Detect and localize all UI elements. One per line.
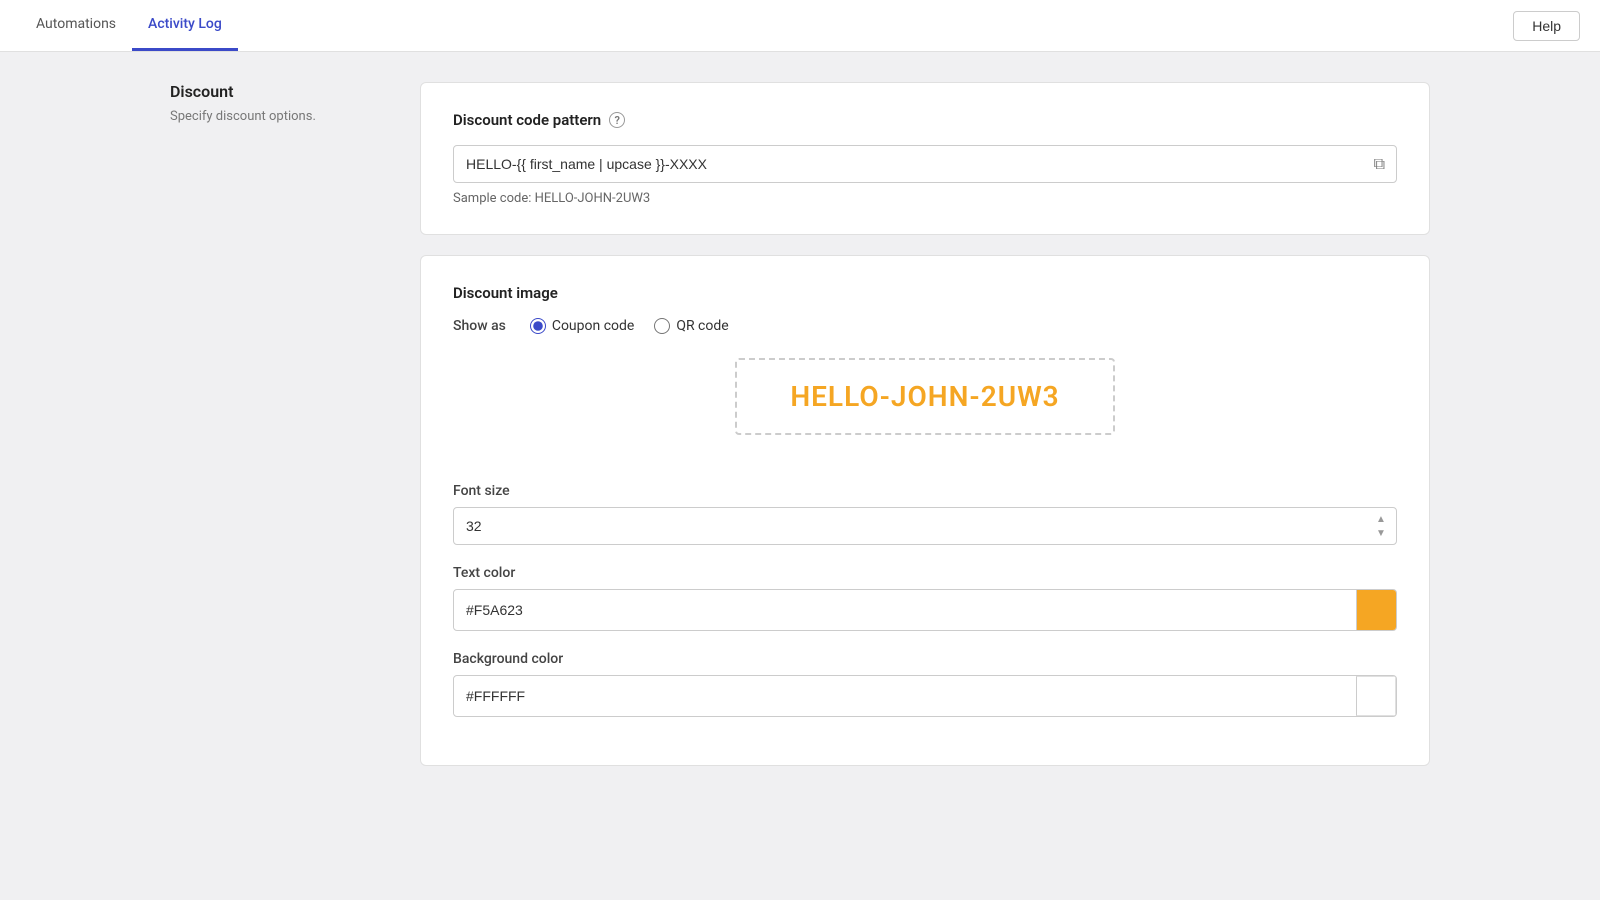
section-description: Specify discount options. [170,109,390,124]
discount-code-pattern-card: Discount code pattern ? ⧉ Sample code: H… [420,82,1430,235]
background-color-field: Background color [453,651,1397,717]
font-size-spinners: ▲ ▼ [1373,513,1389,539]
nav-tabs: Automations Activity Log [20,0,238,51]
show-as-row: Show as Coupon code QR code [453,318,1397,334]
coupon-preview: HELLO-JOHN-2UW3 [735,358,1115,435]
help-icon[interactable]: ? [609,112,625,128]
top-navigation: Automations Activity Log Help [0,0,1600,52]
text-color-field: Text color [453,565,1397,631]
background-color-label: Background color [453,651,1397,667]
text-color-input[interactable] [454,592,1356,628]
font-size-field: Font size ▲ ▼ [453,483,1397,545]
font-size-up[interactable]: ▲ [1373,513,1389,525]
sample-code-text: Sample code: HELLO-JOHN-2UW3 [453,191,1397,206]
tab-activity-log[interactable]: Activity Log [132,0,238,51]
font-size-label: Font size [453,483,1397,499]
radio-coupon-code-label: Coupon code [552,318,635,334]
help-button[interactable]: Help [1513,11,1580,41]
page-content: Discount Specify discount options. Disco… [150,52,1450,826]
main-content: Discount code pattern ? ⧉ Sample code: H… [420,82,1430,796]
text-color-label: Text color [453,565,1397,581]
coupon-preview-text: HELLO-JOHN-2UW3 [790,380,1059,413]
text-color-input-row [453,589,1397,631]
radio-qr-code[interactable]: QR code [654,318,728,334]
radio-qr-code-label: QR code [676,318,728,334]
background-color-swatch[interactable] [1356,676,1396,716]
radio-coupon-code[interactable]: Coupon code [530,318,635,334]
discount-image-title: Discount image [453,284,1397,302]
discount-code-pattern-title: Discount code pattern ? [453,111,1397,129]
show-as-label: Show as [453,318,506,334]
background-color-input[interactable] [454,678,1356,714]
tab-automations[interactable]: Automations [20,0,132,51]
copy-icon[interactable]: ⧉ [1374,154,1385,174]
font-size-down[interactable]: ▼ [1373,527,1389,539]
radio-group: Coupon code QR code [530,318,729,334]
code-pattern-input[interactable] [453,145,1397,183]
radio-coupon-code-input[interactable] [530,318,546,334]
font-size-input-wrapper: ▲ ▼ [453,507,1397,545]
section-title: Discount [170,82,390,101]
text-color-swatch[interactable] [1356,590,1396,630]
sidebar-section: Discount Specify discount options. [170,82,390,796]
background-color-input-row [453,675,1397,717]
discount-image-card: Discount image Show as Coupon code QR co… [420,255,1430,766]
code-pattern-input-wrapper: ⧉ [453,145,1397,183]
font-size-input[interactable] [453,507,1397,545]
radio-qr-code-input[interactable] [654,318,670,334]
